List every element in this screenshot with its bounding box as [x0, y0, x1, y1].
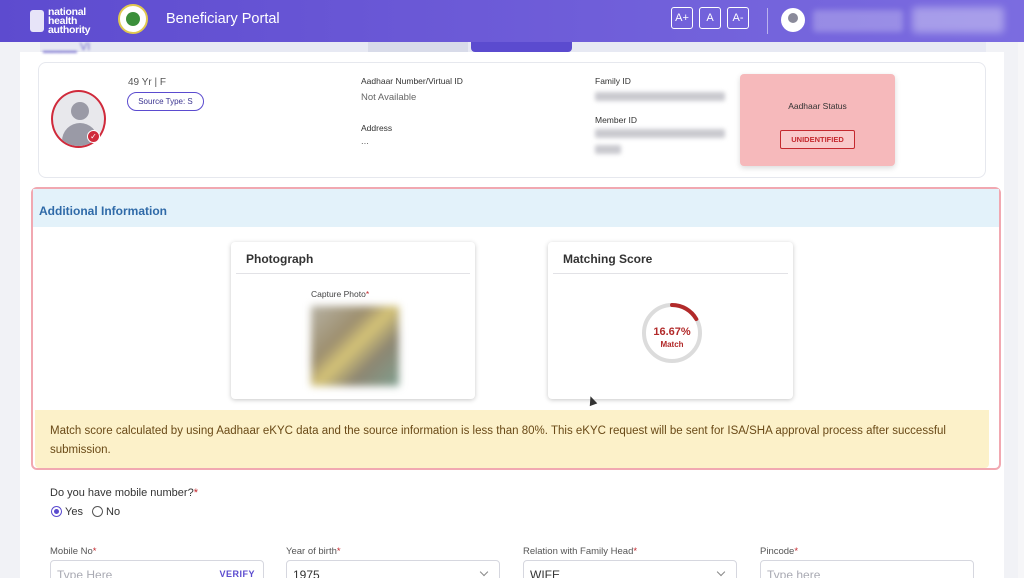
aadhaar-status-label: Aadhaar Status — [788, 101, 847, 111]
year-of-birth-label: Year of birth* — [286, 546, 341, 557]
app-header: national health authority Beneficiary Po… — [0, 0, 1024, 42]
aadhaar-number-value: Not Available — [361, 92, 417, 103]
font-increase-button[interactable]: A+ — [671, 7, 693, 29]
tab-ekyc-active[interactable] — [471, 42, 572, 52]
pincode-placeholder: Type here — [767, 568, 821, 578]
mobile-no-placeholder: Type Here — [57, 568, 113, 578]
beneficiary-name-redacted: ▁▁▁▁ VI — [43, 41, 91, 53]
logo-line-3: authority — [48, 23, 91, 36]
relation-label: Relation with Family Head* — [523, 546, 638, 557]
year-of-birth-select[interactable]: 1975 — [286, 560, 500, 578]
verify-button[interactable]: VERIFY — [219, 569, 255, 578]
capture-photo-label: Capture Photo* — [311, 289, 370, 299]
score-match-label: Match — [660, 340, 684, 349]
chevron-down-icon — [716, 567, 726, 577]
family-id-label: Family ID — [595, 76, 631, 86]
font-reset-button[interactable]: A — [699, 7, 721, 29]
header-divider — [767, 8, 768, 34]
family-id-redacted — [595, 92, 725, 101]
user-avatar-icon[interactable] — [781, 8, 805, 32]
mobile-question-label: Do you have mobile number?* — [50, 487, 198, 499]
font-decrease-button[interactable]: A- — [727, 7, 749, 29]
header-action-redacted[interactable] — [912, 7, 1004, 33]
page-scrollbar[interactable] — [1018, 42, 1024, 578]
user-info-redacted[interactable] — [813, 10, 903, 32]
pincode-label: Pincode* — [760, 546, 799, 557]
mobile-yes-radio[interactable] — [51, 506, 62, 517]
check-badge-icon: ✓ — [87, 130, 100, 143]
aadhaar-status-badge: UNIDENTIFIED — [780, 130, 855, 149]
age-gender: 49 Yr | F — [128, 77, 166, 88]
nha-logo[interactable]: national health authority — [30, 4, 102, 38]
matching-score-title: Matching Score — [563, 252, 653, 266]
photograph-title: Photograph — [246, 252, 314, 266]
tab-search[interactable] — [368, 42, 468, 52]
mobile-no-label[interactable]: No — [106, 506, 120, 518]
captured-photo[interactable] — [311, 306, 399, 386]
national-emblem-icon — [30, 10, 44, 32]
portal-title: Beneficiary Portal — [166, 11, 280, 27]
match-warning-text: Match score calculated by using Aadhaar … — [50, 425, 946, 456]
scheme-logo-icon — [118, 4, 148, 34]
matching-score-divider — [553, 273, 788, 274]
member-id-redacted-2 — [595, 145, 621, 154]
address-value: ... — [361, 136, 369, 147]
mobile-no-radio[interactable] — [92, 506, 103, 517]
mobile-no-input[interactable]: Type Here VERIFY — [50, 560, 264, 578]
additional-information-header — [33, 189, 999, 227]
chevron-down-icon — [479, 567, 489, 577]
relation-select[interactable]: WIFE — [523, 560, 737, 578]
source-type-badge: Source Type: S — [127, 92, 204, 111]
member-id-redacted — [595, 129, 725, 138]
additional-information-title: Additional Information — [39, 204, 167, 218]
pincode-input[interactable]: Type here — [760, 560, 974, 578]
aadhaar-number-label: Aadhaar Number/Virtual ID — [361, 76, 463, 86]
address-label: Address — [361, 123, 393, 133]
mobile-yes-label[interactable]: Yes — [65, 506, 83, 518]
relation-value: WIFE — [530, 568, 560, 578]
mobile-no-label: Mobile No* — [50, 546, 97, 557]
photograph-divider — [236, 273, 470, 274]
score-percentage: 16.67% — [653, 326, 691, 338]
member-id-label: Member ID — [595, 115, 638, 125]
aadhaar-status-box: Aadhaar Status UNIDENTIFIED — [740, 74, 895, 166]
year-of-birth-value: 1975 — [293, 568, 320, 578]
